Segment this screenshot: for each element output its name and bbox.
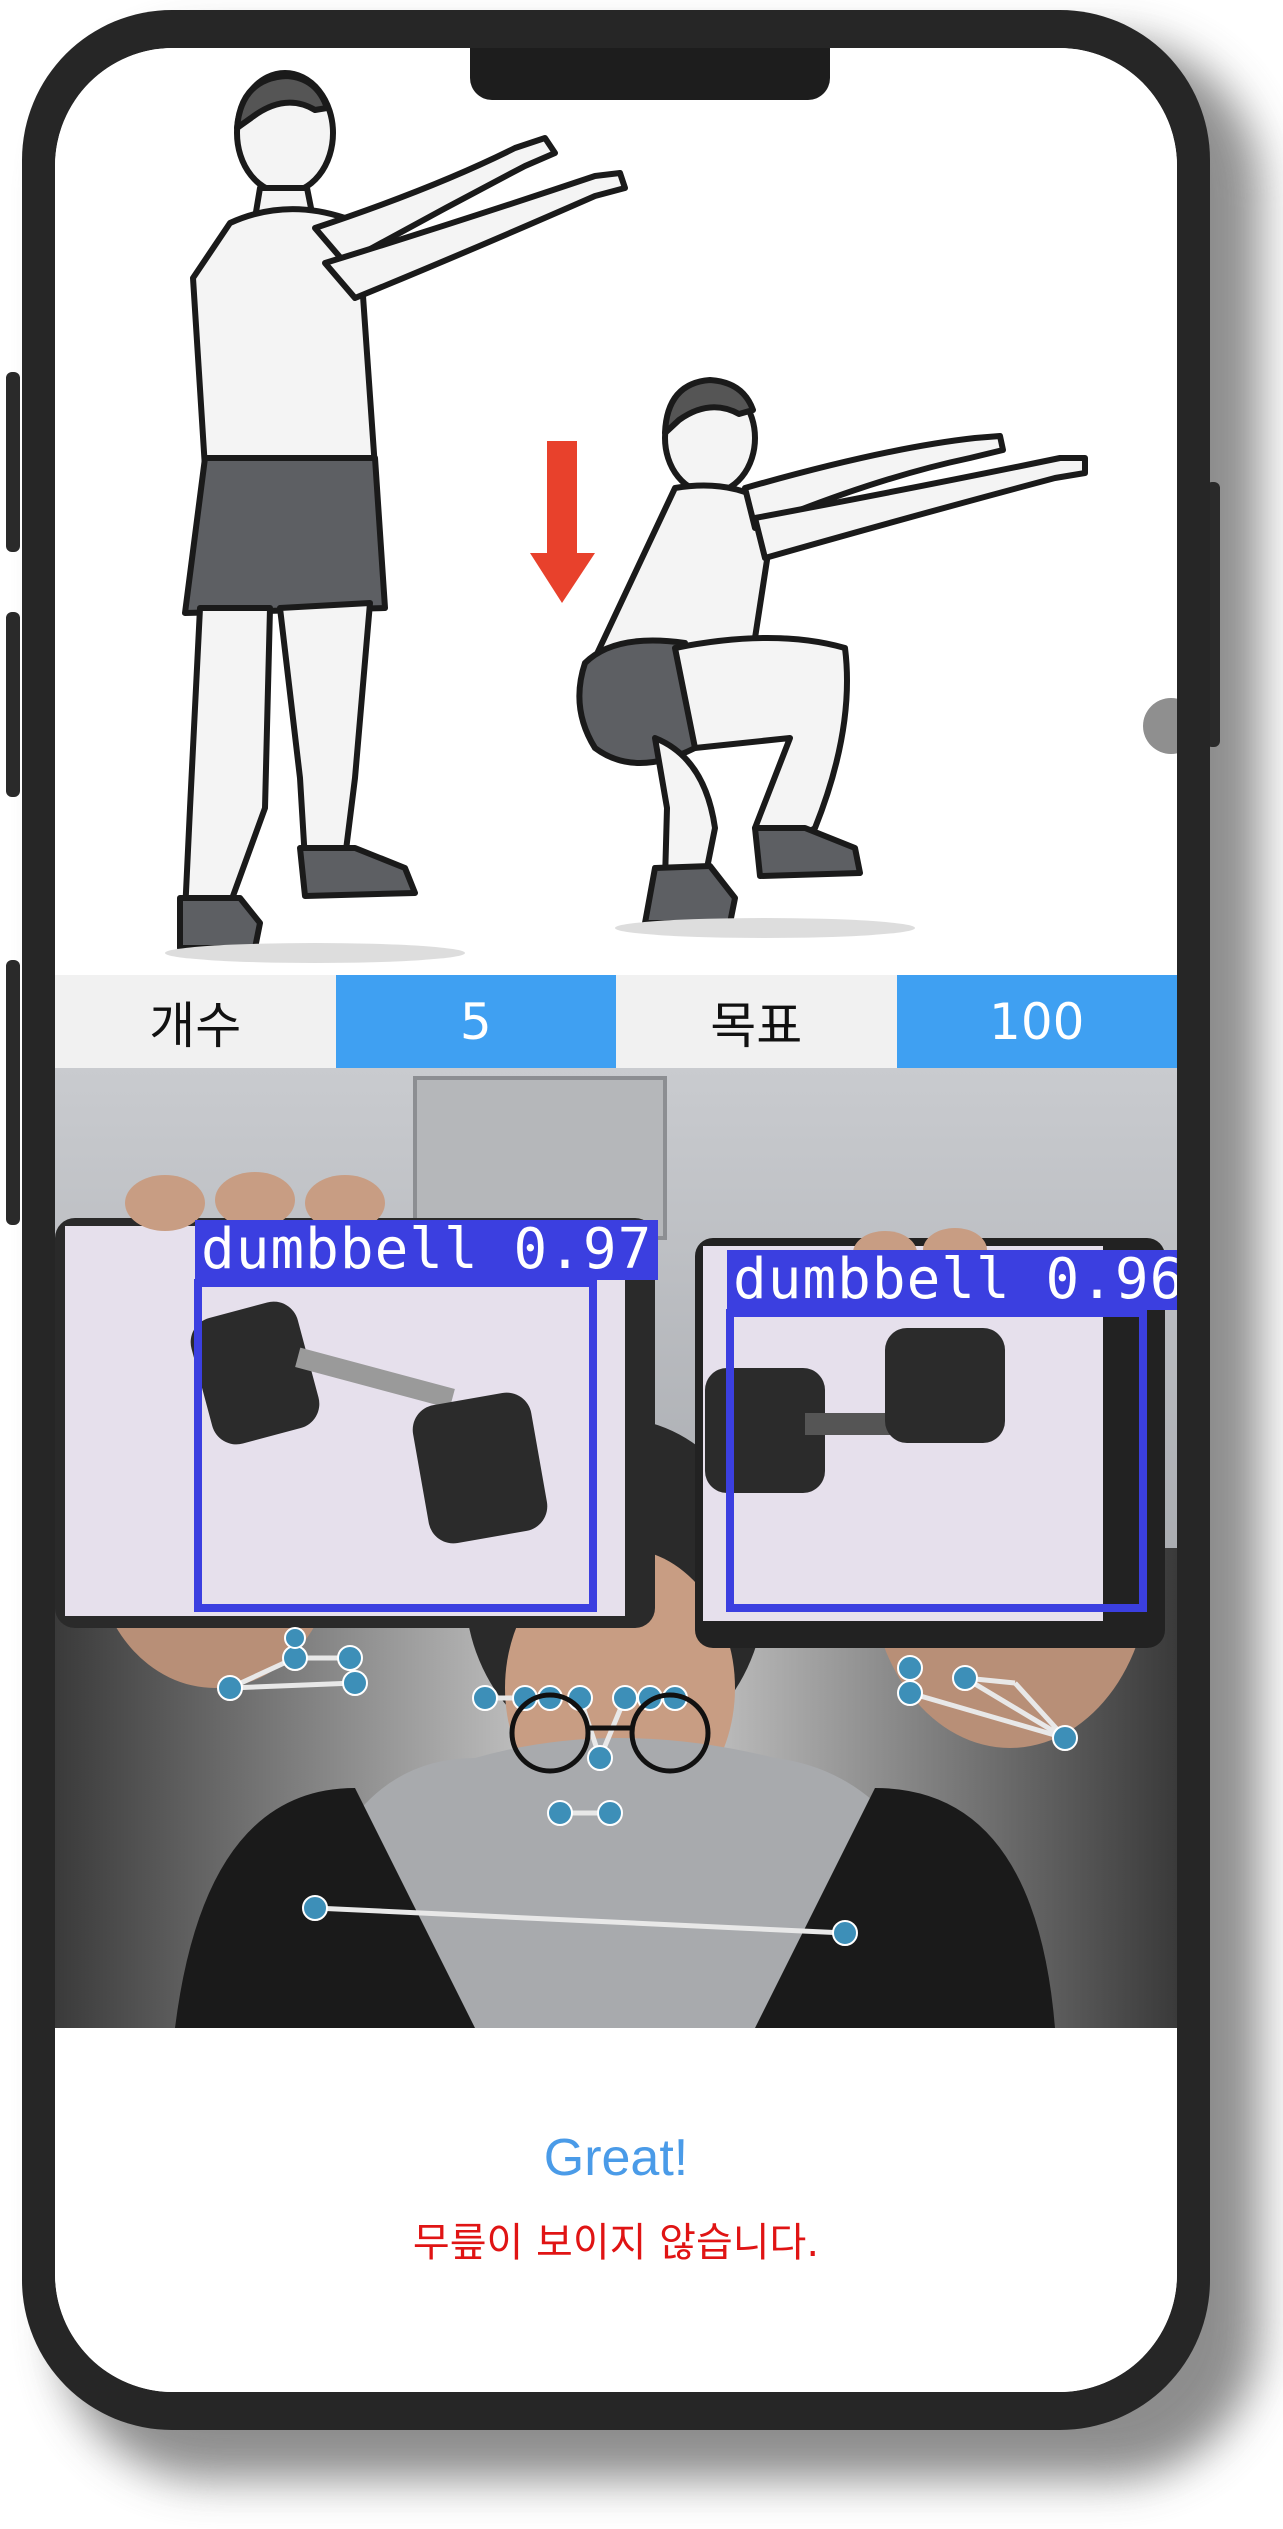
exercise-illustration <box>55 48 1177 975</box>
count-label: 개수 <box>55 975 336 1068</box>
stats-bar: 개수 5 목표 100 <box>55 975 1177 1068</box>
count-value: 5 <box>335 975 616 1068</box>
feedback-panel: Great! 무릎이 보이지 않습니다. <box>55 2028 1177 2392</box>
squat-illustration <box>165 70 1088 963</box>
phone-frame: 개수 5 목표 100 dumbbell 0.97 dumbbell 0.96 … <box>22 10 1210 2430</box>
feedback-message: Great! <box>543 2129 689 2187</box>
detection-label-left: dumbbell 0.97 <box>195 1220 659 1280</box>
detection-label-right: dumbbell 0.96 <box>727 1250 1177 1310</box>
goal-label: 목표 <box>616 975 897 1068</box>
down-arrow-icon <box>530 441 595 603</box>
camera-feed: dumbbell 0.97 dumbbell 0.96 <box>55 1068 1177 2028</box>
phone-screen: 개수 5 목표 100 dumbbell 0.97 dumbbell 0.96 … <box>55 48 1177 2392</box>
squatting-figure <box>576 377 1088 926</box>
goal-value: 100 <box>896 975 1177 1068</box>
notch <box>470 48 830 100</box>
feedback-warning: 무릎이 보이지 않습니다. <box>412 2220 820 2266</box>
camera-scene <box>55 1068 1177 2028</box>
volume-up-button[interactable] <box>6 612 20 797</box>
action-button[interactable] <box>6 372 20 552</box>
volume-down-button[interactable] <box>6 960 20 1225</box>
